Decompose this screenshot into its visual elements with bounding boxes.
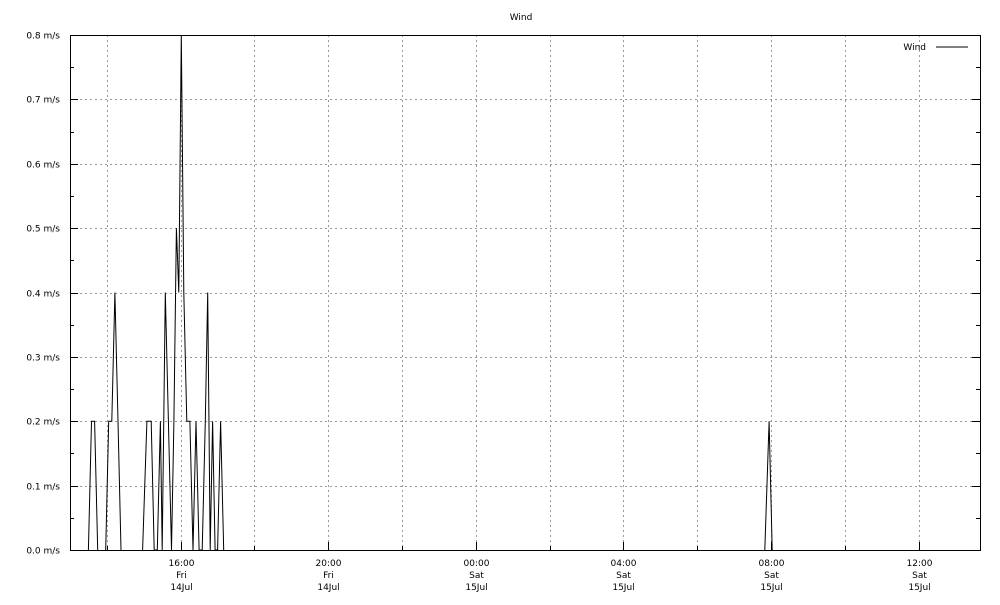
x-tick-label-time: 20:00	[316, 559, 342, 569]
x-tick-label-weekday: Sat	[764, 571, 779, 581]
x-tick-label-time: 16:00	[169, 559, 195, 569]
x-tick-label-time: 04:00	[611, 559, 637, 569]
x-tick-label-weekday: Fri	[323, 571, 334, 581]
y-tick-label: 0.2 m/s	[26, 418, 60, 428]
x-tick-label-time: 08:00	[759, 559, 785, 569]
x-tick-label-weekday: Fri	[176, 571, 187, 581]
y-tick-label: 0.3 m/s	[26, 354, 60, 364]
x-tick-label-date: 14Jul	[317, 583, 339, 593]
y-tick-label: 0.6 m/s	[26, 161, 60, 171]
y-tick-label: 0.7 m/s	[26, 96, 60, 106]
y-tick-label: 0.4 m/s	[26, 290, 60, 300]
x-tick-label-weekday: Sat	[616, 571, 631, 581]
wind-chart: Wind 0.0 m/s 0.1 m/s 0.2 m/s 0.3 m/s 0.4 m/s…	[26, 13, 981, 593]
y-tick-label: 0.5 m/s	[26, 225, 60, 235]
wind-series-line	[87, 420, 99, 551]
x-tick-label-date: 15Jul	[465, 583, 487, 593]
x-tick-label-date: 15Jul	[760, 583, 782, 593]
series-group	[87, 34, 773, 551]
y-tick-label: 0.1 m/s	[26, 483, 60, 493]
x-tick-label-date: 15Jul	[612, 583, 634, 593]
chart-area: Wind 0.0 m/s 0.1 m/s 0.2 m/s 0.3 m/s 0.4 m/s…	[0, 0, 1000, 600]
x-axis: 16:00 Fri 14Jul 20:00 Fri 14Jul 00:00 Sat 15Jul 0…	[107, 542, 933, 593]
legend-label: Wind	[903, 43, 926, 53]
chart-title: Wind	[510, 13, 533, 23]
x-tick-label-date: 15Jul	[908, 583, 930, 593]
y-tick-label: 0.8 m/s	[26, 32, 60, 42]
legend: Wind	[903, 43, 968, 53]
x-tick-label-weekday: Sat	[912, 571, 927, 581]
grid-lines	[70, 35, 980, 550]
wind-series-line	[142, 34, 225, 551]
x-tick-label-time: 12:00	[907, 559, 933, 569]
x-tick-label-date: 14Jul	[170, 583, 192, 593]
x-tick-label-time: 00:00	[464, 559, 490, 569]
y-tick-label: 0.0 m/s	[26, 547, 60, 557]
x-tick-label-weekday: Sat	[469, 571, 484, 581]
